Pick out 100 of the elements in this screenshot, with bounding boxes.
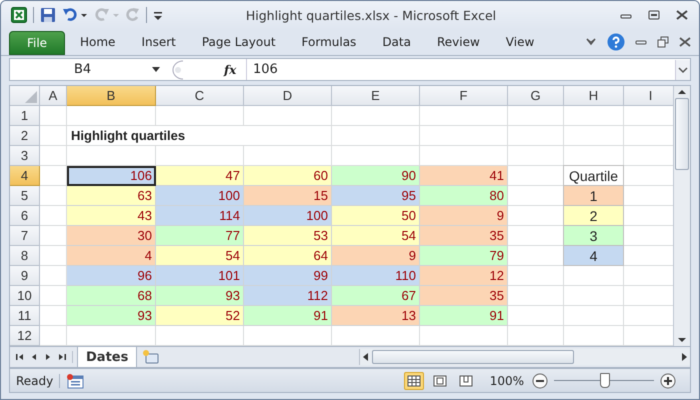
table-cell[interactable]: 67 xyxy=(332,286,420,306)
empty-cell[interactable] xyxy=(332,106,420,126)
table-cell[interactable]: 13 xyxy=(332,306,420,326)
table-cell[interactable]: 15 xyxy=(244,186,332,206)
table-cell[interactable]: 9 xyxy=(332,246,420,266)
ribbon-tab[interactable]: Data xyxy=(371,35,422,50)
row-header[interactable]: 8 xyxy=(10,246,40,266)
select-all-button[interactable] xyxy=(10,86,40,106)
ribbon-tab[interactable]: Formulas xyxy=(290,35,368,50)
insert-sheet-icon[interactable] xyxy=(141,349,162,366)
table-cell[interactable]: 110 xyxy=(332,266,420,286)
file-tab[interactable]: File xyxy=(9,31,65,56)
redo-icon[interactable] xyxy=(94,7,120,24)
empty-cell[interactable] xyxy=(564,266,624,286)
row-header[interactable]: 12 xyxy=(10,326,40,346)
zoom-in-icon[interactable] xyxy=(660,372,676,389)
table-cell[interactable]: 4 xyxy=(67,246,156,266)
column-header[interactable]: C xyxy=(156,86,244,106)
save-icon[interactable] xyxy=(40,7,56,24)
table-cell[interactable]: 9 xyxy=(420,206,508,226)
ribbon-tab[interactable]: Home xyxy=(69,35,126,50)
row-header[interactable]: 6 xyxy=(10,206,40,226)
table-cell[interactable]: 64 xyxy=(244,246,332,266)
customize-toolbar-icon[interactable] xyxy=(153,9,163,22)
column-header[interactable]: F xyxy=(420,86,508,106)
empty-cell[interactable] xyxy=(420,126,508,146)
table-cell[interactable]: 90 xyxy=(332,166,420,186)
table-cell[interactable]: 106 xyxy=(67,166,156,186)
empty-cell[interactable] xyxy=(420,106,508,126)
table-cell[interactable]: 96 xyxy=(67,266,156,286)
table-cell[interactable]: 77 xyxy=(156,226,244,246)
table-cell[interactable]: 35 xyxy=(420,226,508,246)
row-header[interactable]: 3 xyxy=(10,146,40,166)
empty-cell[interactable] xyxy=(67,106,156,126)
table-cell[interactable]: 95 xyxy=(332,186,420,206)
empty-cell[interactable] xyxy=(508,106,564,126)
sheet-tab[interactable]: Dates xyxy=(77,347,138,368)
table-cell[interactable]: 79 xyxy=(420,246,508,266)
expand-formula-bar-icon[interactable] xyxy=(675,60,690,80)
help-icon[interactable] xyxy=(607,33,625,52)
zoom-out-icon[interactable] xyxy=(532,372,548,389)
insert-function-button[interactable]: fx xyxy=(224,62,246,77)
zoom-level[interactable]: 100% xyxy=(490,374,524,388)
close-icon[interactable] xyxy=(675,10,689,20)
empty-cell[interactable] xyxy=(564,126,624,146)
restore-icon[interactable] xyxy=(657,36,669,48)
empty-cell[interactable] xyxy=(156,106,244,126)
empty-cell[interactable] xyxy=(564,306,624,326)
spreadsheet-app-icon[interactable] xyxy=(11,7,27,24)
table-cell[interactable]: 80 xyxy=(420,186,508,206)
table-cell[interactable]: 53 xyxy=(244,226,332,246)
table-cell[interactable]: 100 xyxy=(156,186,244,206)
scrollbar-thumb[interactable] xyxy=(372,350,574,364)
repeat-icon[interactable] xyxy=(126,7,140,24)
column-header[interactable]: B xyxy=(67,86,156,106)
column-header[interactable]: G xyxy=(508,86,564,106)
table-cell[interactable]: 101 xyxy=(156,266,244,286)
row-header[interactable]: 11 xyxy=(10,306,40,326)
normal-view-button[interactable] xyxy=(404,372,424,390)
close-icon[interactable] xyxy=(679,37,691,48)
empty-cell[interactable] xyxy=(508,146,564,166)
table-cell[interactable]: 63 xyxy=(67,186,156,206)
row-header[interactable]: 10 xyxy=(10,286,40,306)
table-cell[interactable]: 47 xyxy=(156,166,244,186)
empty-cell[interactable] xyxy=(508,126,564,146)
empty-cell[interactable] xyxy=(244,126,332,146)
table-cell[interactable]: 114 xyxy=(156,206,244,226)
minimize-ribbon-icon[interactable] xyxy=(585,37,597,48)
vertical-scrollbar[interactable] xyxy=(673,86,690,346)
table-cell[interactable]: 91 xyxy=(244,306,332,326)
table-cell[interactable]: 52 xyxy=(156,306,244,326)
maximize-icon[interactable] xyxy=(647,10,661,20)
table-cell[interactable]: 99 xyxy=(244,266,332,286)
record-macro-icon[interactable] xyxy=(66,372,84,389)
table-cell[interactable]: 35 xyxy=(420,286,508,306)
empty-cell[interactable] xyxy=(332,126,420,146)
row-header[interactable]: 4 xyxy=(10,166,40,186)
ribbon-tab[interactable]: Review xyxy=(426,35,491,50)
table-cell[interactable]: 93 xyxy=(67,306,156,326)
undo-icon[interactable] xyxy=(62,7,88,24)
table-cell[interactable]: 91 xyxy=(420,306,508,326)
row-header[interactable]: 1 xyxy=(10,106,40,126)
scrollbar-thumb[interactable] xyxy=(675,98,689,170)
ribbon-tab[interactable]: View xyxy=(494,35,546,50)
table-cell[interactable]: 100 xyxy=(244,206,332,226)
table-cell[interactable]: 50 xyxy=(332,206,420,226)
column-header[interactable]: I xyxy=(624,86,673,106)
ribbon-tab[interactable]: Insert xyxy=(130,35,187,50)
table-cell[interactable]: 60 xyxy=(244,166,332,186)
row-header[interactable]: 2 xyxy=(10,126,40,146)
column-header[interactable]: A xyxy=(40,86,67,106)
column-header[interactable]: D xyxy=(244,86,332,106)
empty-cell[interactable] xyxy=(564,286,624,306)
name-box[interactable]: B4 xyxy=(10,59,166,80)
row-header[interactable]: 9 xyxy=(10,266,40,286)
table-cell[interactable]: 112 xyxy=(244,286,332,306)
column-header[interactable]: H xyxy=(564,86,624,106)
ribbon-tab[interactable]: Page Layout xyxy=(190,35,287,50)
table-cell[interactable]: 93 xyxy=(156,286,244,306)
column-header[interactable]: E xyxy=(332,86,420,106)
